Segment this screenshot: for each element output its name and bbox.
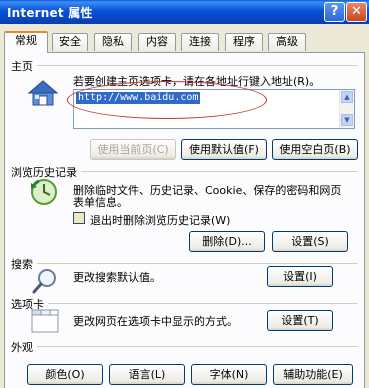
history-description-line2: 表单信息。 [73, 196, 128, 209]
internet-properties-window: Internet 属性 ? ✕ 常规 安全 隐私 内容 连接 程序 高级 主页 … [0, 0, 369, 388]
use-blank-button[interactable]: 使用空白页(B) [272, 139, 358, 160]
delete-on-exit-label[interactable]: 退出时删除浏览历史记录(W) [90, 212, 230, 228]
title-bar[interactable]: Internet 属性 ? ✕ [0, 0, 369, 24]
tab-security[interactable]: 安全 [52, 33, 88, 51]
tab-connections[interactable]: 连接 [181, 33, 219, 51]
search-divider [13, 263, 358, 264]
tabs-icon [31, 309, 59, 333]
window-title: Internet 属性 [7, 6, 93, 20]
colors-button[interactable]: 颜色(O) [27, 364, 103, 385]
tab-advanced[interactable]: 高级 [268, 33, 306, 51]
use-current-button[interactable]: 使用当前页(C) [90, 139, 176, 160]
close-icon: ✕ [351, 4, 362, 19]
history-clock-icon [31, 179, 57, 205]
languages-button[interactable]: 语言(L) [109, 364, 185, 385]
tab-content[interactable]: 内容 [138, 33, 176, 51]
tab-general[interactable]: 常规 [4, 31, 48, 53]
use-default-button[interactable]: 使用默认值(F) [181, 139, 267, 160]
delete-on-exit-checkbox[interactable] [73, 212, 85, 224]
scroll-down-icon[interactable]: ▼ [341, 114, 353, 126]
appearance-divider [13, 346, 358, 347]
help-icon: ? [330, 4, 339, 19]
search-description: 更改搜索默认值。 [73, 271, 161, 284]
tabs-divider [13, 303, 358, 304]
appearance-group-title: 外观 [11, 339, 37, 355]
homepage-group-title: 主页 [11, 58, 37, 74]
address-scrollbar[interactable]: ▲ ▼ [339, 90, 354, 128]
scroll-up-icon[interactable]: ▲ [341, 91, 353, 103]
accessibility-button[interactable]: 辅助功能(E) [273, 364, 353, 385]
tab-programs[interactable]: 程序 [225, 33, 263, 51]
delete-history-button[interactable]: 删除(D)... [189, 231, 265, 252]
help-button[interactable]: ? [324, 2, 345, 22]
fonts-button[interactable]: 字体(N) [191, 364, 267, 385]
tabs-description: 更改网页在选项卡中显示的方式。 [73, 315, 238, 328]
house-icon [27, 80, 59, 106]
tabs-settings-button[interactable]: 设置(T) [267, 310, 333, 331]
annotation-circle [67, 81, 267, 119]
general-tab-panel: 主页 若要创建主页选项卡，请在各地址行键入地址(R)。 http://www.b… [4, 52, 365, 388]
magnifier-icon [32, 269, 56, 294]
homepage-divider [13, 65, 358, 66]
search-settings-button[interactable]: 设置(I) [267, 266, 333, 287]
close-button[interactable]: ✕ [346, 2, 367, 22]
tab-privacy[interactable]: 隐私 [94, 33, 132, 51]
history-settings-button[interactable]: 设置(S) [272, 231, 348, 252]
